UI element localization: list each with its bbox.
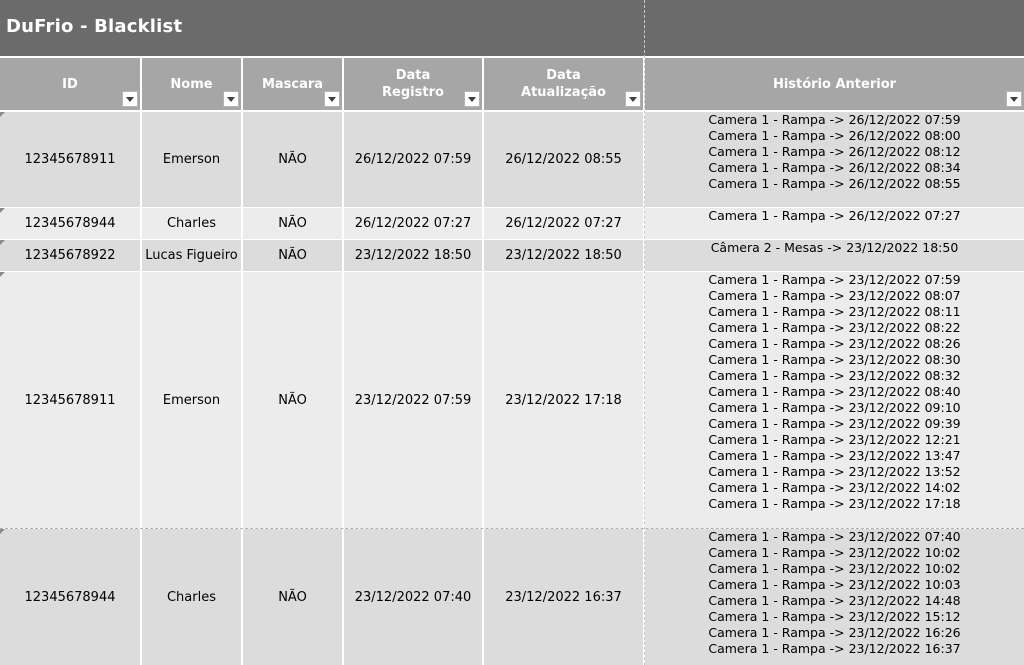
table-row[interactable]: 12345678944 Charles NÃO 23/12/2022 07:40… [0, 529, 1024, 665]
sheet-title-bar: DuFrio - Blacklist [0, 0, 1024, 56]
page-break-vertical [644, 0, 645, 665]
cell-data-registro[interactable]: 26/12/2022 07:27 [344, 208, 484, 239]
historico-entry: Camera 1 - Rampa -> 23/12/2022 08:07 [708, 288, 961, 303]
cell-data-atualizacao[interactable]: 26/12/2022 08:55 [484, 112, 645, 207]
historico-entry: Camera 1 - Rampa -> 23/12/2022 10:02 [708, 545, 961, 560]
historico-entry: Camera 1 - Rampa -> 23/12/2022 12:21 [708, 432, 961, 447]
cell-mascara[interactable]: NÃO [243, 240, 344, 271]
historico-entry: Camera 1 - Rampa -> 26/12/2022 08:12 [708, 144, 961, 159]
filter-dropdown-button[interactable] [223, 91, 239, 107]
historico-entry: Camera 1 - Rampa -> 23/12/2022 14:48 [708, 593, 961, 608]
historico-entry: Camera 1 - Rampa -> 23/12/2022 07:40 [708, 529, 961, 544]
column-header-label: Data Registro [382, 68, 444, 100]
historico-list: Camera 1 - Rampa -> 23/12/2022 07:59 Cam… [708, 272, 960, 512]
column-header-nome[interactable]: Nome [142, 58, 243, 110]
cell-data-atualizacao[interactable]: 23/12/2022 16:37 [484, 529, 645, 665]
historico-list: Camera 1 - Rampa -> 23/12/2022 07:40 Cam… [708, 529, 960, 657]
column-header-mascara[interactable]: Mascara [243, 58, 344, 110]
historico-entry: Camera 1 - Rampa -> 23/12/2022 13:52 [708, 464, 961, 479]
cell-data-registro[interactable]: 23/12/2022 18:50 [344, 240, 484, 271]
dropdown-filter-icon [227, 96, 235, 102]
historico-entry: Camera 1 - Rampa -> 26/12/2022 07:27 [708, 208, 961, 223]
historico-list: Camera 1 - Rampa -> 26/12/2022 07:27 [708, 208, 960, 224]
column-header-label: Histório Anterior [772, 76, 897, 92]
column-header-label: Mascara [261, 76, 324, 92]
cell-id[interactable]: 12345678911 [0, 112, 142, 207]
cell-mascara[interactable]: NÃO [243, 272, 344, 528]
historico-entry: Camera 1 - Rampa -> 23/12/2022 10:02 [708, 561, 961, 576]
historico-entry: Câmera 2 - Mesas -> 23/12/2022 18:50 [710, 240, 959, 255]
historico-entry: Camera 1 - Rampa -> 23/12/2022 09:39 [708, 416, 961, 431]
dropdown-filter-icon [328, 96, 336, 102]
cell-id[interactable]: 12345678944 [0, 529, 142, 665]
page-break-horizontal [0, 528, 1024, 529]
cell-data-registro[interactable]: 26/12/2022 07:59 [344, 112, 484, 207]
filter-dropdown-button[interactable] [1006, 91, 1022, 107]
historico-entry: Camera 1 - Rampa -> 23/12/2022 08:40 [708, 384, 961, 399]
cell-historico[interactable]: Camera 1 - Rampa -> 26/12/2022 07:59 Cam… [645, 112, 1024, 207]
cell-historico[interactable]: Camera 1 - Rampa -> 23/12/2022 07:40 Cam… [645, 529, 1024, 665]
historico-entry: Camera 1 - Rampa -> 26/12/2022 07:59 [708, 112, 961, 127]
historico-entry: Camera 1 - Rampa -> 23/12/2022 10:03 [708, 577, 961, 592]
column-header-label: ID [62, 76, 78, 92]
table-row[interactable]: 12345678911 Emerson NÃO 26/12/2022 07:59… [0, 112, 1024, 207]
historico-entry: Camera 1 - Rampa -> 23/12/2022 08:22 [708, 320, 961, 335]
column-header-data-atualizacao[interactable]: Data Atualização [484, 58, 645, 110]
cell-id[interactable]: 12345678944 [0, 208, 142, 239]
cell-id[interactable]: 12345678911 [0, 272, 142, 528]
dropdown-filter-icon [468, 96, 476, 102]
cell-mascara[interactable]: NÃO [243, 529, 344, 665]
historico-entry: Camera 1 - Rampa -> 23/12/2022 08:26 [708, 336, 961, 351]
column-header-label: Data Atualização [521, 68, 606, 100]
historico-entry: Camera 1 - Rampa -> 23/12/2022 17:18 [708, 496, 961, 511]
cell-nome[interactable]: Charles [142, 208, 243, 239]
historico-entry: Camera 1 - Rampa -> 23/12/2022 14:02 [708, 480, 961, 495]
table-row[interactable]: 12345678922 Lucas Figueiro NÃO 23/12/202… [0, 240, 1024, 271]
cell-mascara[interactable]: NÃO [243, 112, 344, 207]
table-row[interactable]: 12345678911 Emerson NÃO 23/12/2022 07:59… [0, 272, 1024, 528]
cell-nome[interactable]: Charles [142, 529, 243, 665]
historico-entry: Camera 1 - Rampa -> 26/12/2022 08:00 [708, 128, 961, 143]
cell-nome[interactable]: Lucas Figueiro [142, 240, 243, 271]
column-header-data-registro[interactable]: Data Registro [344, 58, 484, 110]
cell-id[interactable]: 12345678922 [0, 240, 142, 271]
cell-data-registro[interactable]: 23/12/2022 07:59 [344, 272, 484, 528]
historico-entry: Camera 1 - Rampa -> 26/12/2022 08:34 [708, 160, 961, 175]
cell-nome[interactable]: Emerson [142, 272, 243, 528]
column-header-id[interactable]: ID [0, 58, 142, 110]
historico-entry: Camera 1 - Rampa -> 23/12/2022 07:59 [708, 272, 961, 287]
table-row[interactable]: 12345678944 Charles NÃO 26/12/2022 07:27… [0, 208, 1024, 239]
filter-dropdown-button[interactable] [324, 91, 340, 107]
dropdown-filter-icon [629, 96, 637, 102]
historico-entry: Camera 1 - Rampa -> 23/12/2022 08:11 [708, 304, 961, 319]
dropdown-filter-icon [1010, 96, 1018, 102]
historico-entry: Camera 1 - Rampa -> 23/12/2022 16:26 [708, 625, 961, 640]
cell-historico[interactable]: Camera 1 - Rampa -> 26/12/2022 07:27 [645, 208, 1024, 239]
cell-historico[interactable]: Câmera 2 - Mesas -> 23/12/2022 18:50 [645, 240, 1024, 271]
historico-entry: Camera 1 - Rampa -> 26/12/2022 08:55 [708, 176, 961, 191]
cell-data-registro[interactable]: 23/12/2022 07:40 [344, 529, 484, 665]
historico-entry: Camera 1 - Rampa -> 23/12/2022 16:37 [708, 641, 961, 656]
historico-entry: Camera 1 - Rampa -> 23/12/2022 15:12 [708, 609, 961, 624]
filter-dropdown-button[interactable] [122, 91, 138, 107]
cell-data-atualizacao[interactable]: 23/12/2022 17:18 [484, 272, 645, 528]
historico-list: Câmera 2 - Mesas -> 23/12/2022 18:50 [711, 240, 959, 256]
column-header-historico[interactable]: Histório Anterior [645, 58, 1024, 110]
dropdown-filter-icon [126, 96, 134, 102]
table-header: ID Nome Mascara Data Registro Data Atual… [0, 58, 1024, 110]
cell-data-atualizacao[interactable]: 26/12/2022 07:27 [484, 208, 645, 239]
filter-dropdown-button[interactable] [625, 91, 641, 107]
column-header-label: Nome [170, 76, 213, 92]
historico-entry: Camera 1 - Rampa -> 23/12/2022 08:30 [708, 352, 961, 367]
historico-entry: Camera 1 - Rampa -> 23/12/2022 13:47 [708, 448, 961, 463]
cell-nome[interactable]: Emerson [142, 112, 243, 207]
cell-data-atualizacao[interactable]: 23/12/2022 18:50 [484, 240, 645, 271]
cell-mascara[interactable]: NÃO [243, 208, 344, 239]
sheet-title: DuFrio - Blacklist [6, 16, 183, 37]
historico-entry: Camera 1 - Rampa -> 23/12/2022 08:32 [708, 368, 961, 383]
historico-list: Camera 1 - Rampa -> 26/12/2022 07:59 Cam… [708, 112, 960, 192]
cell-historico[interactable]: Camera 1 - Rampa -> 23/12/2022 07:59 Cam… [645, 272, 1024, 528]
filter-dropdown-button[interactable] [464, 91, 480, 107]
historico-entry: Camera 1 - Rampa -> 23/12/2022 09:10 [708, 400, 961, 415]
